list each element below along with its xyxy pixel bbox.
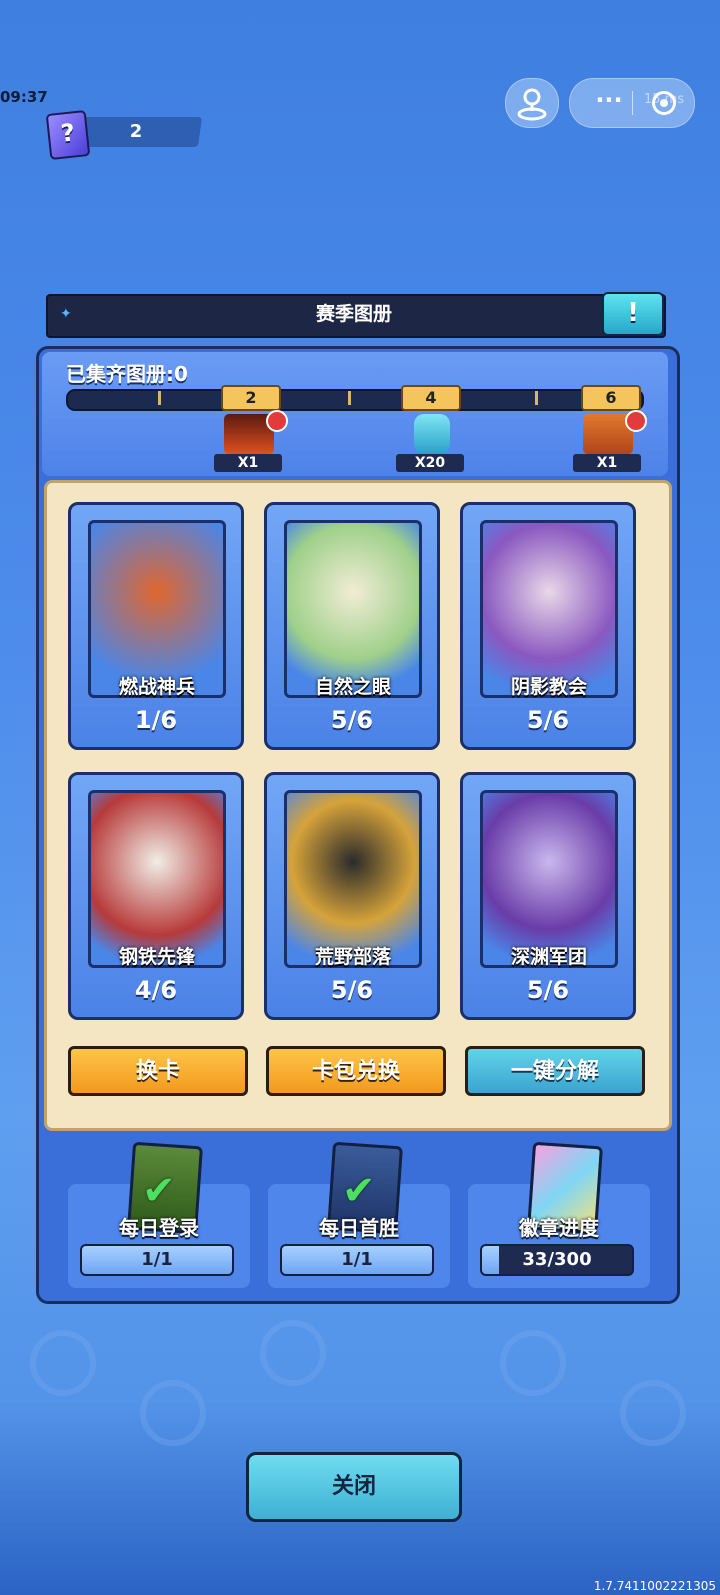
collection-progress-track: [66, 389, 644, 411]
question-card-icon: ?: [45, 110, 91, 160]
milestone-6: 6: [581, 385, 641, 411]
album-card[interactable]: 深渊军团 5/6: [460, 772, 636, 1022]
capsule-divider: [632, 91, 633, 115]
card-counter: 2 ?: [45, 110, 203, 160]
album-count: 5/6: [526, 976, 570, 1004]
task-label: 徽章进度: [519, 1216, 599, 1240]
joystick-icon: [517, 88, 547, 121]
album-count: 5/6: [330, 706, 374, 734]
reward-3[interactable]: X1: [573, 410, 647, 472]
album-card[interactable]: 燃战神兵 1/6: [68, 502, 244, 752]
task-label: 每日首胜: [319, 1216, 399, 1240]
task-label: 每日登录: [119, 1216, 199, 1240]
task-badge-progress[interactable]: 徽章进度 33/300: [468, 1141, 650, 1288]
battery-icon: [414, 414, 450, 454]
milestone-2: 2: [221, 385, 281, 411]
album-card[interactable]: 自然之眼 5/6: [264, 502, 440, 752]
paw-decoration: [30, 1330, 96, 1396]
reward-qty: X1: [214, 454, 282, 472]
task-progress-value: 33/300: [522, 1249, 592, 1270]
album-count: 5/6: [526, 706, 570, 734]
task-progress-bar: 33/300: [480, 1244, 634, 1276]
task-progress-value: 1/1: [141, 1249, 173, 1270]
task-daily-first-win[interactable]: ✔ 每日首胜 1/1: [268, 1141, 450, 1288]
album-name: 荒野部落: [314, 946, 391, 968]
album-name: 深渊军团: [510, 946, 587, 968]
close-button[interactable]: 关闭: [246, 1452, 462, 1522]
status-time: 09:37: [0, 88, 48, 106]
album-count: 5/6: [330, 976, 374, 1004]
progress-tick: [158, 391, 161, 405]
task-daily-login[interactable]: ✔ 每日登录 1/1: [68, 1141, 250, 1288]
album-count: 4/6: [134, 976, 178, 1004]
checkmark-icon: ✔: [142, 1168, 176, 1214]
miniprogram-capsule: ··· 15 ms: [569, 78, 695, 128]
album-name: 自然之眼: [314, 676, 391, 698]
album-name: 阴影教会: [510, 676, 587, 698]
card-counter-value: 2: [129, 121, 143, 142]
paw-decoration: [140, 1380, 206, 1446]
album-name: 燃战神兵: [118, 676, 195, 698]
pokeball-badge-icon: [625, 410, 647, 432]
collected-label: 已集齐图册:0: [66, 362, 188, 386]
milestone-4: 4: [401, 385, 461, 411]
info-button[interactable]: !: [602, 292, 664, 336]
album-count: 1/6: [134, 706, 178, 734]
checkmark-icon: ✔: [342, 1168, 376, 1214]
more-options-button[interactable]: ···: [582, 87, 636, 117]
pokeball-badge-icon: [266, 410, 288, 432]
reward-qty: X20: [396, 454, 464, 472]
decompose-all-button[interactable]: 一键分解: [465, 1046, 645, 1096]
reward-2[interactable]: X20: [396, 414, 464, 472]
task-progress-bar: 1/1: [280, 1244, 434, 1276]
swap-card-button[interactable]: 换卡: [68, 1046, 248, 1096]
task-progress-value: 1/1: [341, 1249, 373, 1270]
album-name: 钢铁先锋: [118, 946, 195, 968]
page-title: 赛季图册: [315, 303, 392, 325]
progress-tick: [535, 391, 538, 405]
reward-1[interactable]: X1: [214, 410, 288, 472]
paw-decoration: [500, 1330, 566, 1396]
paw-decoration: [620, 1380, 686, 1446]
album-card[interactable]: 钢铁先锋 4/6: [68, 772, 244, 1022]
album-card[interactable]: 荒野部落 5/6: [264, 772, 440, 1022]
reward-qty: X1: [573, 454, 641, 472]
task-progress-bar: 1/1: [80, 1244, 234, 1276]
album-card[interactable]: 阴影教会 5/6: [460, 502, 636, 752]
paw-decoration: [260, 1320, 326, 1386]
exit-circle-icon[interactable]: [652, 91, 676, 115]
progress-tick: [348, 391, 351, 405]
version-label: 1.7.7411002221305: [593, 1579, 716, 1593]
pack-exchange-button[interactable]: 卡包兑换: [266, 1046, 446, 1096]
user-joystick-button[interactable]: [505, 78, 559, 128]
